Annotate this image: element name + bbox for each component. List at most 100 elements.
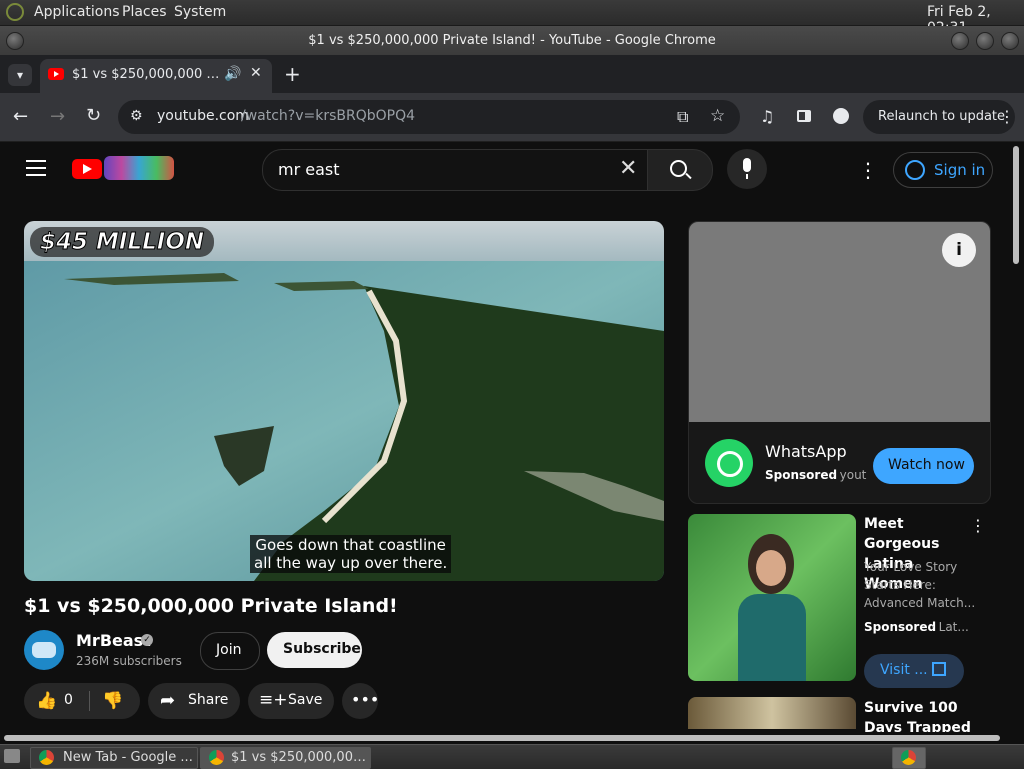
sign-in-button[interactable]: Sign in xyxy=(893,152,993,188)
search-input[interactable]: mr east xyxy=(278,160,340,179)
youtube-logo-icon[interactable] xyxy=(72,159,102,179)
horizontal-scrollbar-thumb[interactable] xyxy=(4,735,1000,741)
media-controls-icon[interactable]: ♫ xyxy=(760,108,774,126)
bookmark-star-icon[interactable]: ☆ xyxy=(710,106,725,126)
ad-info-icon[interactable]: i xyxy=(942,233,976,267)
youtube-doodle-icon[interactable] xyxy=(104,156,174,180)
ad-sponsored-label: Sponsored xyxy=(765,468,838,482)
install-app-icon[interactable]: ⧉ xyxy=(677,107,688,127)
clear-search-icon[interactable]: ✕ xyxy=(619,156,637,181)
system-menu[interactable]: System xyxy=(174,4,226,20)
horizontal-scrollbar[interactable] xyxy=(0,732,1024,744)
video-caption: Goes down that coastline all the way up … xyxy=(250,535,452,573)
whatsapp-logo-icon xyxy=(705,439,753,487)
taskbar-item-label: $1 vs $250,000,000 ... xyxy=(231,750,367,765)
external-link-icon xyxy=(932,662,946,676)
ad2-more-icon[interactable]: ⋮ xyxy=(970,516,986,535)
ad-app-name: WhatsApp xyxy=(765,442,847,461)
back-icon[interactable]: ← xyxy=(13,108,28,126)
vertical-scrollbar[interactable] xyxy=(1010,142,1024,732)
subscriber-count: 236M subscribers xyxy=(76,654,182,668)
join-button[interactable]: Join xyxy=(200,632,260,670)
minimize-icon[interactable] xyxy=(951,32,969,50)
ad2-thumbnail[interactable] xyxy=(688,514,856,681)
tab-close-icon[interactable]: ✕ xyxy=(250,65,262,81)
address-bar[interactable]: ⚙ youtube.com /watch?v=krsBRQbOPQ4 ⧉ ☆ xyxy=(118,100,740,134)
caption-line-2: all the way up over there. xyxy=(254,554,448,572)
rec-title-line-1: Survive 100 xyxy=(864,700,958,716)
ad2-sponsored-label: Sponsored xyxy=(864,620,937,634)
search-box[interactable]: mr east ✕ xyxy=(262,149,650,191)
site-info-icon[interactable]: ⚙ xyxy=(130,108,143,124)
profile-icon[interactable] xyxy=(833,108,849,124)
ad2-visit-button[interactable]: Visit ... xyxy=(864,654,964,688)
video-frame xyxy=(24,221,664,581)
new-tab-button[interactable]: + xyxy=(284,62,301,86)
vertical-scrollbar-thumb[interactable] xyxy=(1013,146,1019,264)
taskbar-item-new-tab[interactable]: New Tab - Google ... xyxy=(30,747,198,769)
hamburger-menu-icon[interactable] xyxy=(26,160,46,176)
tab-youtube[interactable]: $1 vs $250,000,000 Private Island! 🔊 ✕ xyxy=(40,59,272,93)
chrome-icon xyxy=(209,750,224,765)
channel-name[interactable]: MrBeast xyxy=(76,631,151,650)
url-path: /watch?v=krsBRQbOPQ4 xyxy=(241,108,416,124)
rec-title[interactable]: Survive 100 Days Trapped xyxy=(864,698,971,732)
like-dislike-group: 👍 0 👎 xyxy=(24,683,140,719)
subscribe-label: Subscribe xyxy=(283,641,361,657)
join-label: Join xyxy=(216,642,242,658)
chrome-icon xyxy=(39,750,54,765)
subscribe-button[interactable]: Subscribe xyxy=(267,632,362,668)
watch-now-label: Watch now xyxy=(888,457,965,473)
dislike-icon[interactable]: 👎 xyxy=(102,691,123,711)
taskbar-item-youtube[interactable]: $1 vs $250,000,000 ... xyxy=(200,747,371,769)
audio-playing-icon[interactable]: 🔊 xyxy=(224,66,241,82)
show-desktop-icon[interactable] xyxy=(4,749,20,763)
share-label: Share xyxy=(188,692,229,708)
microphone-icon xyxy=(743,158,751,172)
ad2-desc-line-3: Advanced Match... xyxy=(864,596,976,610)
relaunch-label: Relaunch to update xyxy=(878,109,1006,124)
share-icon: ➦ xyxy=(160,690,176,711)
forward-icon[interactable]: → xyxy=(50,108,65,126)
reload-icon[interactable]: ↻ xyxy=(86,107,101,125)
caption-line-1: Goes down that coastline xyxy=(255,536,446,554)
relaunch-button[interactable]: Relaunch to update ⋮ xyxy=(863,100,1015,134)
places-menu[interactable]: Places xyxy=(122,4,167,20)
settings-more-icon[interactable]: ⋮ xyxy=(858,158,878,182)
rec-thumbnail[interactable] xyxy=(688,697,856,729)
watch-now-button[interactable]: Watch now xyxy=(873,448,974,484)
side-panel-icon[interactable] xyxy=(797,110,811,122)
tab-search-chevron-icon[interactable]: ▾ xyxy=(8,64,32,86)
search-button[interactable] xyxy=(647,149,713,191)
ad-domain-hint: · yout xyxy=(832,468,867,482)
gnome-foot-icon[interactable] xyxy=(6,3,24,21)
share-button[interactable]: ➦ Share xyxy=(148,683,240,719)
ad-panel-whatsapp[interactable]: i WhatsApp Sponsored · yout Watch now xyxy=(688,221,991,504)
maximize-icon[interactable] xyxy=(976,32,994,50)
video-player[interactable]: $45 MILLION Goes down that coastline all… xyxy=(24,221,664,581)
ad2-description: Your Love Story Starts Here: Advanced Ma… xyxy=(864,558,975,612)
more-actions-button[interactable]: ••• xyxy=(342,683,380,719)
window-title: $1 vs $250,000,000 Private Island! - You… xyxy=(308,33,716,48)
tray-chrome-icon[interactable] xyxy=(892,747,926,769)
rec-title-line-2: Days Trapped xyxy=(864,720,971,732)
window-titlebar[interactable]: $1 vs $250,000,000 Private Island! - You… xyxy=(0,26,1024,55)
save-button[interactable]: ≡+ Save xyxy=(248,683,334,719)
channel-avatar[interactable] xyxy=(24,630,64,670)
account-circle-icon xyxy=(905,160,925,180)
voice-search-button[interactable] xyxy=(727,149,767,189)
video-title: $1 vs $250,000,000 Private Island! xyxy=(24,595,398,617)
more-horizontal-icon: ••• xyxy=(351,690,380,709)
save-playlist-icon: ≡+ xyxy=(259,690,288,710)
like-icon[interactable]: 👍 xyxy=(36,691,57,711)
ad2-domain-hint: · Lat... xyxy=(931,620,969,634)
applications-menu[interactable]: Applications xyxy=(34,4,120,20)
close-window-icon[interactable] xyxy=(1001,32,1019,50)
youtube-favicon-icon xyxy=(48,68,64,80)
system-top-panel: Applications Places System Fri Feb 2, 02… xyxy=(0,0,1024,36)
ad2-desc-line-1: Your Love Story xyxy=(864,560,958,574)
url-domain: youtube.com xyxy=(157,108,249,124)
system-taskbar: New Tab - Google ... $1 vs $250,000,000 … xyxy=(0,744,1024,769)
chrome-menu-icon[interactable]: ⋮ xyxy=(999,107,1015,126)
ad2-desc-line-2: Starts Here: xyxy=(864,578,936,592)
